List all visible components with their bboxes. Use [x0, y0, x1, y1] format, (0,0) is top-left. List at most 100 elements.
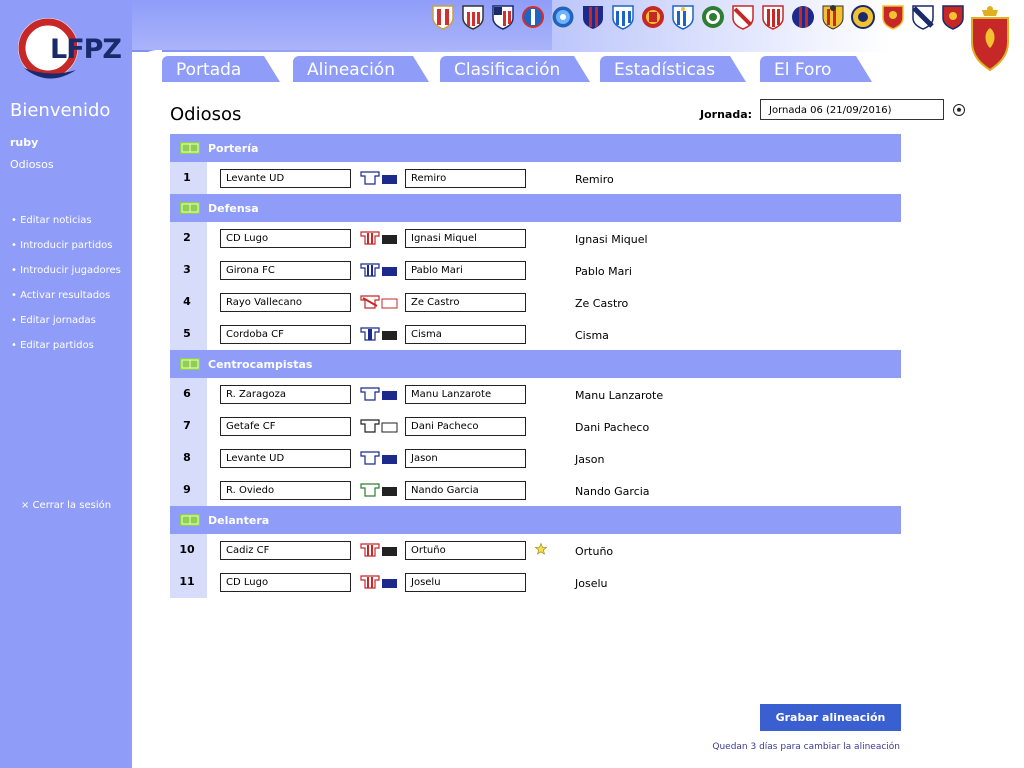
lineup-number-cell: 9 — [170, 474, 207, 506]
player-name: Ze Castro — [575, 297, 629, 310]
team-select[interactable]: R. Oviedo — [220, 481, 351, 500]
malaga-crest-icon[interactable] — [611, 3, 635, 30]
team-select[interactable]: CD Lugo — [220, 229, 351, 248]
captain-star-icon[interactable] — [535, 543, 547, 555]
lineup-number: 6 — [183, 387, 191, 400]
player-select[interactable]: Remiro — [405, 169, 526, 188]
admin-link-editar-partidos[interactable]: • Editar partidos — [11, 340, 94, 351]
team-select[interactable]: Rayo Vallecano — [220, 293, 351, 312]
pitch-icon — [180, 202, 200, 214]
valencia-crest-icon[interactable] — [821, 3, 845, 30]
username: ruby — [10, 136, 39, 149]
football-icon[interactable] — [953, 104, 965, 116]
player-name: Cisma — [575, 329, 609, 342]
mallorca-crest-icon[interactable] — [641, 3, 665, 30]
levante-kit-icon — [360, 171, 397, 185]
jornada-select[interactable]: Jornada 06 (21/09/2016) — [760, 99, 944, 120]
tab-estadisticas[interactable]: Estadísticas — [600, 56, 746, 82]
zaragoza-crest-icon[interactable] — [970, 6, 1010, 74]
admin-link-editar-noticias[interactable]: • Editar noticias — [11, 215, 92, 226]
section-label: Portería — [208, 142, 259, 155]
tab-clasificacion[interactable]: Clasificación — [440, 56, 590, 82]
section-label: Delantera — [208, 514, 270, 527]
lugo-kit-icon — [360, 575, 397, 589]
player-name: Pablo Mari — [575, 265, 632, 278]
section-porteria: Portería — [170, 134, 901, 162]
pitch-icon — [180, 358, 200, 370]
team-select[interactable]: Getafe CF — [220, 417, 351, 436]
deadline-notice: Quedan 3 días para cambiar la alineación — [712, 742, 900, 752]
racing-crest-icon[interactable] — [701, 3, 725, 30]
lineup-number-cell: 7 — [170, 410, 207, 442]
lineup-number: 9 — [183, 483, 191, 496]
lineup-number-cell: 11 — [170, 566, 207, 598]
player-select[interactable]: Dani Pacheco — [405, 417, 526, 436]
cordoba-kit-icon — [360, 327, 397, 341]
admin-link-introducir-jugadores[interactable]: • Introducir jugadores — [11, 265, 121, 276]
lineup-number: 5 — [183, 327, 191, 340]
player-name: Dani Pacheco — [575, 421, 650, 434]
player-name: Ignasi Miquel — [575, 233, 648, 246]
hercules-crest-icon[interactable] — [851, 3, 875, 30]
section-defensa: Defensa — [170, 194, 901, 222]
atletico-crest-icon[interactable] — [491, 3, 515, 30]
player-select[interactable]: Ortuño — [405, 541, 526, 560]
team-name[interactable]: Odiosos — [10, 158, 54, 171]
player-select[interactable]: Manu Lanzarote — [405, 385, 526, 404]
admin-link-activar-resultados[interactable]: • Activar resultados — [11, 290, 110, 301]
real-sociedad-crest-icon[interactable] — [911, 3, 935, 30]
sevilla-crest-icon[interactable] — [731, 3, 755, 30]
section-label: Centrocampistas — [208, 358, 313, 371]
lineup-number-cell: 3 — [170, 254, 207, 286]
player-select[interactable]: Ze Castro — [405, 293, 526, 312]
player-name: Remiro — [575, 173, 614, 186]
player-select[interactable]: Ignasi Miquel — [405, 229, 526, 248]
player-select[interactable]: Jason — [405, 449, 526, 468]
levante-kit-icon — [360, 451, 397, 465]
rayo-kit-icon — [360, 295, 398, 309]
tab-portada[interactable]: Portada — [162, 56, 280, 82]
espanyol-crest-icon[interactable] — [521, 3, 545, 30]
osasuna-crest-icon[interactable] — [941, 3, 965, 30]
page-title: Odiosos — [170, 104, 242, 125]
tab-el-foro[interactable]: El Foro — [760, 56, 872, 82]
lineup-number: 11 — [179, 575, 195, 588]
malaga-b-crest-icon[interactable] — [671, 3, 695, 30]
player-select[interactable]: Pablo Mari — [405, 261, 526, 280]
player-select[interactable]: Joselu — [405, 573, 526, 592]
team-select[interactable]: Levante UD — [220, 169, 351, 188]
section-delantera: Delantera — [170, 506, 901, 534]
save-lineup-button[interactable]: Grabar alineación — [760, 704, 901, 731]
logo-text: LFPZ — [50, 34, 121, 65]
athletic-crest-icon[interactable] — [461, 3, 485, 30]
team-select[interactable]: Cordoba CF — [220, 325, 351, 344]
lugo-kit-icon — [360, 231, 397, 245]
player-name: Nando Garcia — [575, 485, 650, 498]
team-select[interactable]: R. Zaragoza — [220, 385, 351, 404]
lineup-number-cell: 4 — [170, 286, 207, 318]
zaragoza-b-crest-icon[interactable] — [881, 3, 905, 30]
getafe-crest-icon[interactable] — [551, 3, 575, 30]
lineup-number-cell: 10 — [170, 534, 207, 566]
team-select[interactable]: Cadiz CF — [220, 541, 351, 560]
team-select[interactable]: Levante UD — [220, 449, 351, 468]
tab-alineacion[interactable]: Alineación — [293, 56, 429, 82]
lineup-number: 4 — [183, 295, 191, 308]
player-name: Manu Lanzarote — [575, 389, 664, 402]
sporting-crest-icon[interactable] — [761, 3, 785, 30]
lineup-number: 7 — [183, 419, 191, 432]
admin-link-editar-jornadas[interactable]: • Editar jornadas — [11, 315, 96, 326]
logout-link[interactable]: × Cerrar la sesión — [21, 500, 111, 511]
lineup-number: 2 — [183, 231, 191, 244]
player-select[interactable]: Nando Garcia — [405, 481, 526, 500]
player-select[interactable]: Cisma — [405, 325, 526, 344]
admin-link-introducir-partidos[interactable]: • Introducir partidos — [11, 240, 113, 251]
lfpz-logo[interactable]: LFPZ — [14, 10, 126, 88]
team-select[interactable]: CD Lugo — [220, 573, 351, 592]
levante-crest-icon[interactable] — [581, 3, 605, 30]
player-name: Joselu — [575, 577, 608, 590]
getafe-kit-icon — [360, 419, 398, 433]
almeria-crest-icon[interactable] — [431, 3, 455, 30]
levante-b-crest-icon[interactable] — [791, 3, 815, 30]
team-select[interactable]: Girona FC — [220, 261, 351, 280]
